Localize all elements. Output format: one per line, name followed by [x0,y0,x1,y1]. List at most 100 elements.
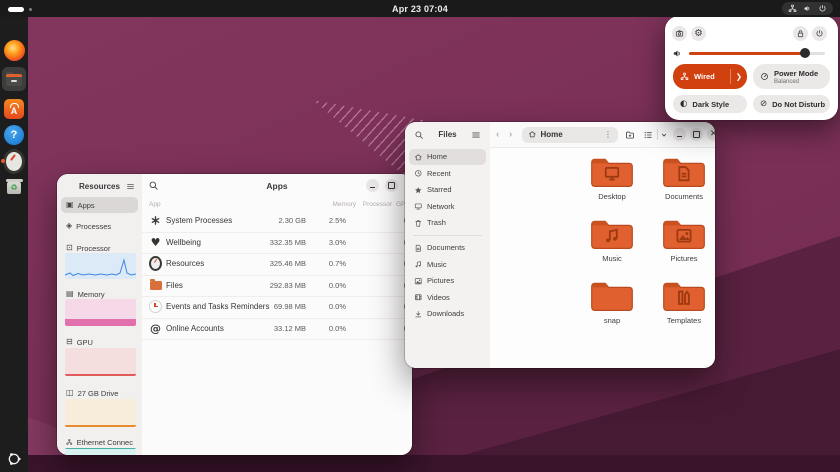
sidebar-item-recent[interactable]: Recent [409,166,486,182]
sidebar-item-music[interactable]: Music [409,257,486,273]
volume-slider-knob[interactable] [800,48,810,58]
volume-slider-fill [689,52,805,55]
dock-item-help[interactable]: ? [3,124,25,146]
sidebar-item-documents[interactable]: Documents [409,240,486,256]
power-icon [815,29,824,38]
document-icon [414,244,423,253]
sidebar-item-processes[interactable]: ◈ Processes [61,218,138,234]
speedometer-icon [760,72,769,81]
firefox-icon [4,40,25,61]
menu-icon[interactable] [471,130,481,140]
wired-network-icon [680,72,689,81]
home-icon [414,153,423,162]
gear-icon: ⚙ [694,29,703,39]
folder-icon [590,278,634,314]
processor-graph [65,253,136,279]
menu-icon[interactable] [126,182,135,191]
resources-main-pane: Apps App Memory Processor GPU System Pro… [142,174,412,455]
cpu-icon: ⊡ [66,244,73,252]
dock-item-files[interactable] [3,68,25,90]
gpu-graph [65,348,136,376]
wellbeing-heart-icon: ♥ [151,237,161,248]
sidebar-item-videos[interactable]: Videos [409,290,486,306]
lock-icon [796,29,805,38]
column-header-processor[interactable]: Processor [360,201,392,208]
folder-item-documents[interactable]: Documents [652,154,715,201]
system-tray[interactable] [782,2,833,15]
folder-item-pictures[interactable]: Pictures [652,216,715,263]
power-icon [818,4,827,13]
app-row[interactable]: Resources 325.46 MB 0.7% 0. [142,253,412,276]
dock-item-firefox[interactable] [3,39,25,61]
memory-icon: ▤ [66,290,74,298]
divider [657,129,658,140]
dock-show-apps-button[interactable] [3,448,25,470]
view-options-caret[interactable] [659,130,669,140]
contrast-icon: ◐ [680,100,687,109]
view-toggle-button[interactable] [643,130,653,140]
sidebar-item-home[interactable]: Home [409,149,486,165]
power-button[interactable] [812,26,827,41]
sidebar-item-network[interactable]: Network [409,199,486,215]
kebab-menu-icon[interactable]: ⋮ [604,131,612,139]
screenshot-button[interactable] [672,26,687,41]
settings-button[interactable]: ⚙ [691,26,706,41]
sidebar-item-downloads[interactable]: Downloads [409,306,486,322]
gauge-icon [149,256,162,271]
power-mode-button[interactable]: Power Mode Balanced [753,64,830,89]
network-icon [414,202,423,211]
app-row[interactable]: Events and Tasks Reminders 69.98 MB 0.0%… [142,296,412,319]
column-header-memory[interactable]: Memory [332,201,356,208]
wallpaper-shape [0,455,840,472]
lock-button[interactable] [793,26,808,41]
dock-item-resources[interactable] [3,150,25,172]
maximize-button[interactable] [385,179,398,192]
app-row[interactable]: Files 292.83 MB 0.0% 0. [142,275,412,298]
do-not-disturb-button[interactable]: ⊘ Do Not Disturb [753,95,830,113]
new-folder-button[interactable] [625,130,635,140]
sidebar-item-pictures[interactable]: Pictures [409,273,486,289]
dark-style-button[interactable]: ◐ Dark Style [673,95,747,113]
folder-icon [662,278,706,314]
clock[interactable]: Apr 23 07:04 [0,0,840,17]
quick-settings-panel: ⚙ Wired ❯ Power Mode Balanced ◐ Dark Sty… [665,16,838,120]
app-row[interactable]: ♥ Wellbeing 332.35 MB 3.0% 0. [142,232,412,255]
sidebar-item-starred[interactable]: Starred [409,182,486,198]
sidebar-item-apps[interactable]: ▣ Apps [61,197,138,213]
files-headerbar: ‹ › Home ⋮ ✕ [490,122,715,148]
dock-item-trash[interactable]: ♻ [3,177,25,199]
minimize-button[interactable] [366,179,379,192]
moon-slash-icon: ⊘ [760,100,767,109]
dock-item-app-center[interactable]: A [3,98,25,120]
resources-window: Resources ▣ Apps ◈ Processes ⊡ Processor… [57,174,412,455]
folder-icon [662,154,706,190]
wired-toggle-button[interactable]: Wired ❯ [673,64,747,89]
folder-icon [662,216,706,252]
system-asterisk-icon [150,215,161,226]
files-window: Files Home Recent Starred Network Trash … [405,122,715,368]
folder-item-music[interactable]: Music [580,216,644,263]
camera-icon [675,29,684,38]
minimize-button[interactable] [673,128,686,141]
ubuntu-logo-icon [6,451,22,467]
back-button[interactable]: ‹ [496,129,499,140]
running-indicator [1,159,5,163]
app-row[interactable]: System Processes 2.30 GB 2.5% 0. [142,210,412,233]
forward-button[interactable]: › [509,129,512,140]
folder-item-snap[interactable]: snap [580,278,644,325]
drive-icon: ◫ [66,389,74,397]
at-icon: @ [150,323,161,334]
column-header-app[interactable]: App [149,201,161,208]
maximize-button[interactable] [690,128,703,141]
path-bar[interactable]: Home ⋮ [522,127,618,143]
folder-item-desktop[interactable]: Desktop [580,154,644,201]
activities-indicator[interactable] [8,7,24,12]
resources-sidebar: Resources ▣ Apps ◈ Processes ⊡ Processor… [57,174,143,455]
sidebar-item-trash[interactable]: Trash [409,215,486,231]
workspace-dot [29,8,32,11]
folder-item-templates[interactable]: Templates [652,278,715,325]
close-button[interactable]: ✕ [707,128,715,141]
chevron-right-icon[interactable]: ❯ [731,73,747,81]
app-row[interactable]: @ Online Accounts 33.12 MB 0.0% 0. [142,318,412,341]
clock-icon [149,300,162,313]
